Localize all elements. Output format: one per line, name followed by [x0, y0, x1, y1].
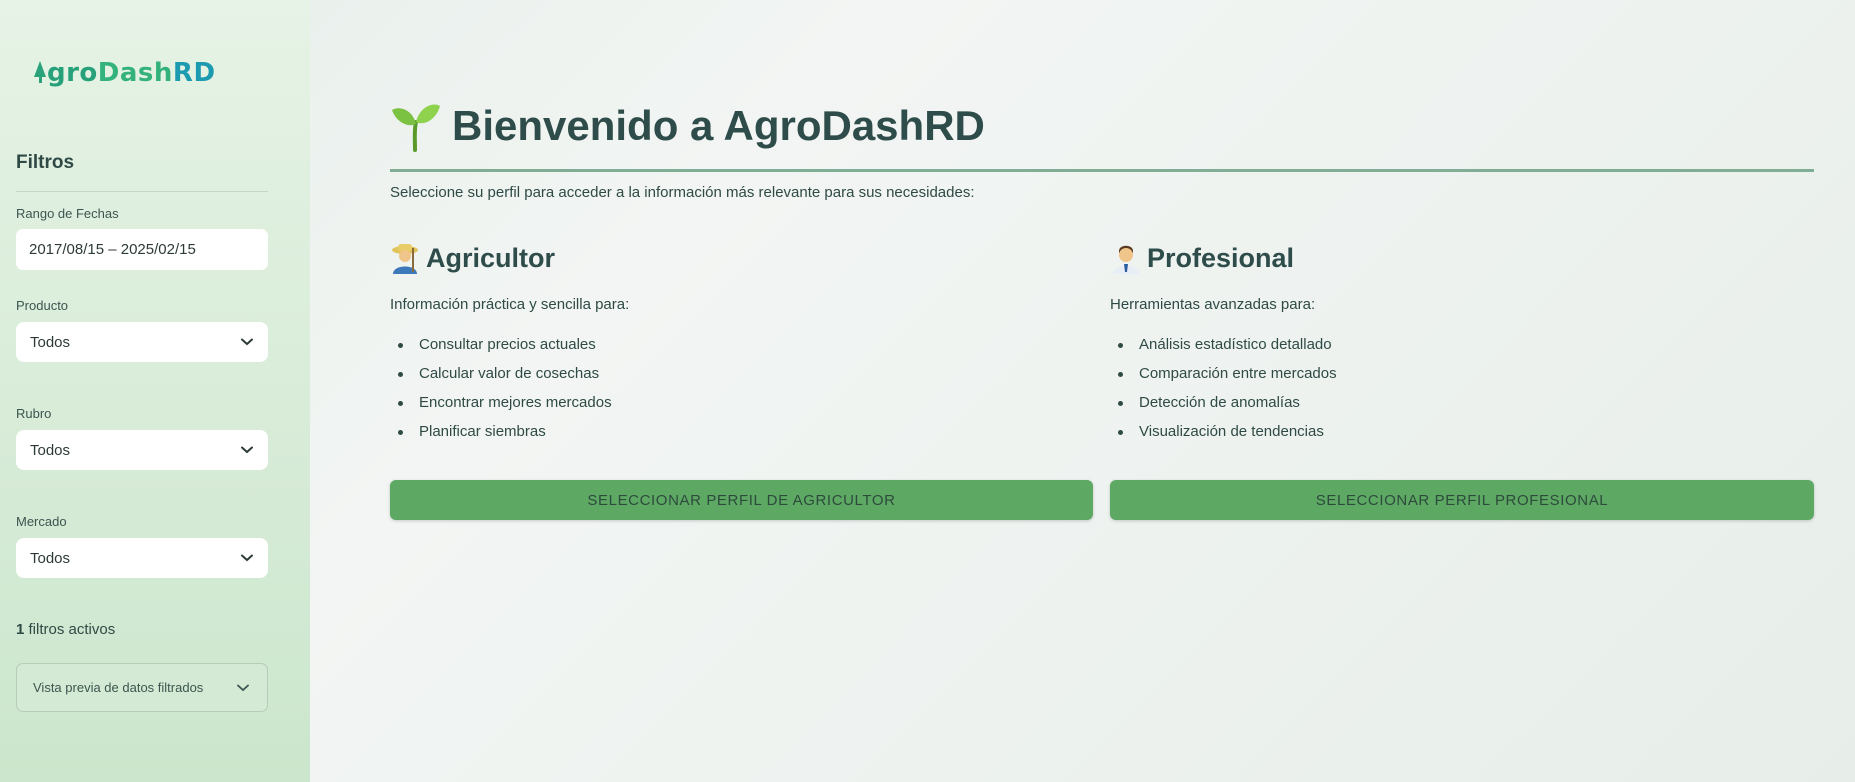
chevron-down-icon: [240, 551, 254, 565]
tree-icon: [34, 61, 46, 83]
market-select[interactable]: Todos: [16, 538, 268, 578]
farmer-feature-list: Consultar precios actuales Calcular valo…: [390, 336, 612, 452]
market-label: Mercado: [16, 514, 67, 529]
product-label: Producto: [16, 298, 69, 313]
date-range-label: Rango de Fechas: [16, 206, 119, 221]
button-label: SELECCIONAR PERFIL DE AGRICULTOR: [587, 491, 896, 509]
professional-feature-list: Análisis estadístico detallado Comparaci…: [1110, 336, 1337, 452]
active-filters-count: 1 filtros activos: [16, 621, 115, 638]
product-select[interactable]: Todos: [16, 322, 268, 362]
list-item: Comparación entre mercados: [1110, 365, 1337, 394]
filtered-data-preview-expander[interactable]: Vista previa de datos filtrados: [16, 663, 268, 712]
professional-title: Profesional: [1147, 242, 1295, 273]
expander-label: Vista previa de datos filtrados: [33, 680, 204, 695]
category-label: Rubro: [16, 406, 52, 421]
list-item: Visualización de tendencias: [1110, 423, 1337, 452]
select-professional-profile-button[interactable]: SELECCIONAR PERFIL PROFESIONAL: [1110, 480, 1814, 520]
select-farmer-profile-button[interactable]: SELECCIONAR PERFIL DE AGRICULTOR: [390, 480, 1093, 520]
seedling-icon: [392, 104, 440, 152]
chevron-down-icon: [240, 443, 254, 457]
market-value: Todos: [30, 549, 71, 567]
chevron-down-icon: [236, 681, 250, 695]
title-divider: [390, 169, 1814, 172]
farmer-heading: Agricultor: [390, 242, 555, 274]
list-item: Análisis estadístico detallado: [1110, 336, 1337, 365]
date-range-value: 2017/08/15 – 2025/02/15: [29, 241, 196, 258]
list-item: Calcular valor de cosechas: [390, 365, 612, 394]
filters-title: Filtros: [16, 152, 75, 173]
page-title: Bienvenido a AgroDashRD: [390, 100, 985, 152]
active-filters-text: filtros activos: [28, 621, 116, 638]
page-subtitle: Seleccione su perfil para acceder a la i…: [390, 184, 975, 201]
date-range-input[interactable]: 2017/08/15 – 2025/02/15: [16, 229, 268, 270]
chevron-down-icon: [240, 335, 254, 349]
list-item: Consultar precios actuales: [390, 336, 612, 365]
active-filters-number: 1: [16, 621, 25, 638]
divider: [16, 191, 268, 192]
button-label: SELECCIONAR PERFIL PROFESIONAL: [1315, 491, 1609, 509]
professional-icon: [1113, 245, 1139, 274]
professional-heading: Profesional: [1111, 242, 1294, 274]
brand-logo: groDashRD: [34, 58, 216, 88]
product-value: Todos: [30, 333, 71, 351]
page-title-text: Bienvenido a AgroDashRD: [452, 102, 985, 149]
list-item: Planificar siembras: [390, 423, 612, 452]
list-item: Encontrar mejores mercados: [390, 394, 612, 423]
farmer-icon: [392, 244, 418, 274]
sidebar: groDashRD Filtros Rango de Fechas 2017/0…: [0, 0, 310, 782]
farmer-title: Agricultor: [426, 242, 556, 273]
list-item: Detección de anomalías: [1110, 394, 1337, 423]
professional-description: Herramientas avanzadas para:: [1110, 296, 1316, 313]
farmer-description: Información práctica y sencilla para:: [390, 296, 630, 313]
category-value: Todos: [30, 441, 71, 459]
category-select[interactable]: Todos: [16, 430, 268, 470]
